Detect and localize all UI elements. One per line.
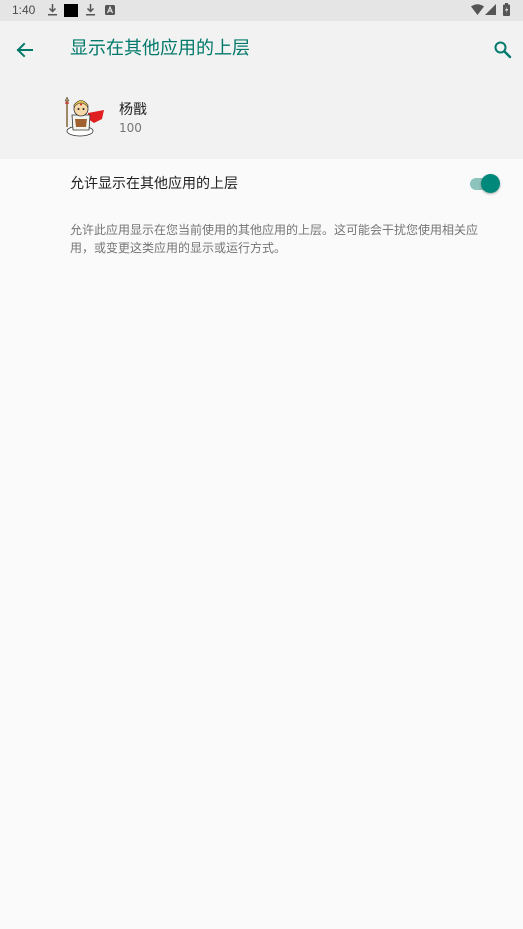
status-time: 1:40	[12, 3, 36, 17]
a-box-icon	[105, 5, 115, 15]
battery-icon	[503, 3, 510, 16]
app-name: 杨戬	[119, 102, 147, 118]
setting-label: 允许显示在其他应用的上层	[70, 176, 238, 192]
search-button[interactable]	[490, 37, 516, 63]
app-header: 杨戬 100	[0, 77, 523, 159]
search-icon	[494, 41, 512, 59]
setting-description: 允许此应用显示在您当前使用的其他应用的上层。这可能会干扰您使用相关应用，或变更这…	[70, 223, 479, 255]
overlay-toggle-switch[interactable]	[468, 174, 500, 194]
back-arrow-icon	[16, 42, 33, 58]
download-icon	[86, 4, 95, 16]
download-icon	[48, 4, 57, 16]
app-icon	[64, 97, 104, 137]
toggle-thumb	[481, 174, 500, 193]
signal-icon	[485, 4, 496, 15]
black-square-icon	[64, 4, 78, 17]
setting-row-allow-overlay[interactable]: 允许显示在其他应用的上层	[0, 159, 523, 209]
back-button[interactable]	[12, 37, 38, 63]
app-bar: 显示在其他应用的上层	[0, 21, 523, 77]
wifi-icon	[471, 4, 484, 15]
status-bar: 1:40	[0, 0, 523, 21]
page-title: 显示在其他应用的上层	[70, 38, 250, 59]
app-version: 100	[119, 121, 142, 135]
